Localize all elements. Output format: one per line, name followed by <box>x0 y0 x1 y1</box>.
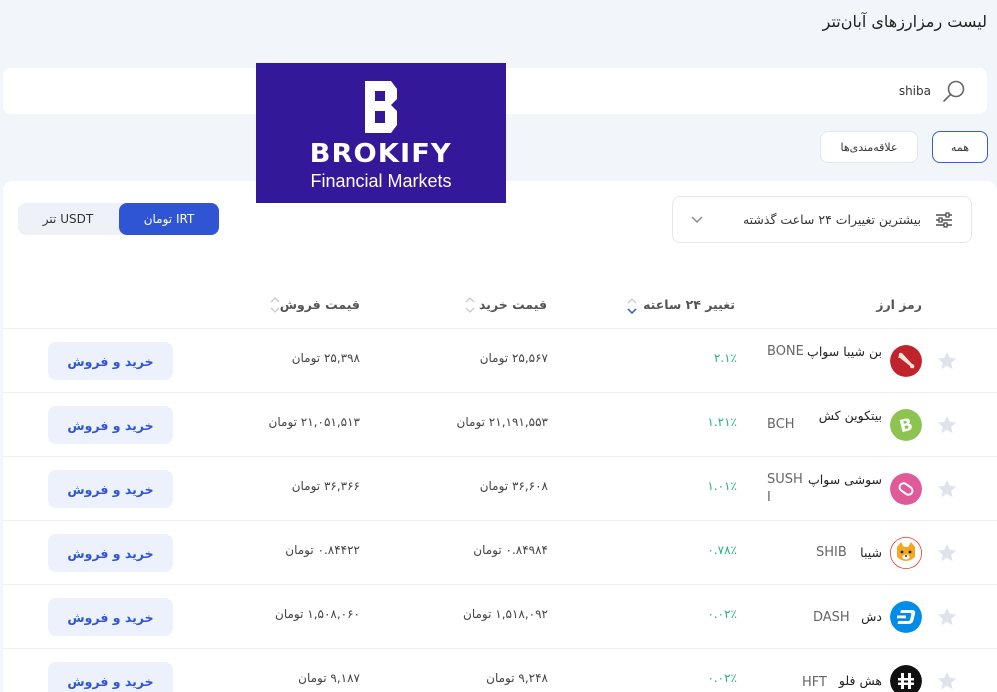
star-icon[interactable] <box>936 606 958 628</box>
brokify-logo: BROKIFY Financial Markets <box>256 63 506 203</box>
table-row: سوشی سواپ SUSHI ۱.۰۱٪ ۳۶,۶۰۸ تومان ۳۶,۳۶… <box>3 457 997 521</box>
star-icon[interactable] <box>936 350 958 372</box>
header-buy-price[interactable]: قیمت خرید <box>479 297 547 312</box>
change-24h: ۱.۲۱٪ <box>707 415 737 429</box>
currency-usdt-button[interactable]: تتر USDT <box>18 203 118 235</box>
sort-dropdown-label: بیشترین تغییرات ۲۴ ساعت گذشته <box>742 212 921 227</box>
search-input[interactable] <box>431 80 931 102</box>
shib-coin-icon <box>890 537 922 569</box>
star-icon[interactable] <box>936 542 958 564</box>
buy-price: ۲۱,۱۹۱,۵۵۳ تومان <box>456 415 548 429</box>
table-row: شیبا SHIB ۰.۷۸٪ ۰.۸۴۹۸۴ تومان ۰.۸۴۴۲۲ تو… <box>3 521 997 585</box>
star-icon[interactable] <box>936 670 958 692</box>
coin-symbol: BCH <box>767 417 795 432</box>
header-sell-price[interactable]: قیمت فروش <box>280 297 360 312</box>
search-icon[interactable] <box>941 78 967 104</box>
sort-change-icon[interactable] <box>627 297 637 315</box>
brokify-logo-mark-icon <box>365 80 397 133</box>
sell-price: ۰.۸۴۴۲۲ تومان <box>285 543 360 557</box>
trade-button[interactable]: خرید و فروش <box>48 342 173 380</box>
table-row: دش DASH ۰.۰۲٪ ۱,۵۱۸,۰۹۲ تومان ۱,۵۰۸,۰۶۰ … <box>3 585 997 649</box>
change-24h: ۰.۰۲٪ <box>707 607 737 621</box>
table-row: هش فلو HFT ۰.۰۲٪ ۹,۲۴۸ تومان ۹,۱۸۷ تومان… <box>3 649 997 692</box>
coin-symbol: BONE <box>767 344 804 359</box>
buy-price: ۱,۵۱۸,۰۹۲ تومان <box>463 607 548 621</box>
coin-symbol: HFT <box>802 675 827 690</box>
sliders-icon <box>936 212 952 228</box>
sort-dropdown[interactable]: بیشترین تغییرات ۲۴ ساعت گذشته <box>672 196 972 243</box>
star-icon[interactable] <box>936 478 958 500</box>
coin-name: سوشی سواپ <box>808 472 882 487</box>
sushi-coin-icon <box>890 473 922 505</box>
trade-button[interactable]: خرید و فروش <box>48 470 173 508</box>
filter-all-button[interactable]: همه <box>932 131 988 163</box>
sell-price: ۱,۵۰۸,۰۶۰ تومان <box>275 607 360 621</box>
sell-price: ۲۵,۳۹۸ تومان <box>291 351 360 365</box>
buy-price: ۹,۲۴۸ تومان <box>486 671 548 685</box>
bone-coin-icon <box>890 345 922 377</box>
trade-button[interactable]: خرید و فروش <box>48 662 173 692</box>
trade-button[interactable]: خرید و فروش <box>48 534 173 572</box>
change-24h: ۲.۱٪ <box>713 351 737 365</box>
hft-coin-icon <box>890 665 922 692</box>
logo-subtitle: Financial Markets <box>310 170 452 191</box>
logo-wordmark: BROKIFY <box>309 138 453 169</box>
sell-price: ۲۱,۰۵۱,۵۱۳ تومان <box>268 415 360 429</box>
sort-buy-icon[interactable] <box>465 296 475 314</box>
change-24h: ۱.۰۱٪ <box>707 479 737 493</box>
trade-button[interactable]: خرید و فروش <box>48 406 173 444</box>
coin-symbol: DASH <box>813 610 850 625</box>
header-change[interactable]: تغییر ۲۴ ساعته <box>643 297 735 312</box>
coin-name: بن شیبا سواپ <box>807 344 882 359</box>
table-row: بن شیبا سواپ BONE ۲.۱٪ ۲۵,۵۶۷ تومان ۲۵,۳… <box>3 329 997 393</box>
change-24h: ۰.۷۸٪ <box>707 543 737 557</box>
currency-irt-button[interactable]: تومان IRT <box>119 203 219 235</box>
currency-toggle: تومان IRT تتر USDT <box>18 203 219 235</box>
chevron-down-icon <box>691 216 703 223</box>
coin-symbol: SUSHI <box>767 472 803 505</box>
page-title: لیست رمزارزهای آبان‌تتر <box>822 12 987 31</box>
buy-price: ۳۶,۶۰۸ تومان <box>479 479 548 493</box>
star-icon[interactable] <box>936 414 958 436</box>
sell-price: ۳۶,۳۶۶ تومان <box>291 479 360 493</box>
sort-sell-icon[interactable] <box>270 296 280 314</box>
coin-symbol: SHIB <box>816 545 847 560</box>
table-row: B بیتکوین کش BCH ۱.۲۱٪ ۲۱,۱۹۱,۵۵۳ تومان … <box>3 393 997 457</box>
coin-name: بیتکوین کش <box>818 408 882 423</box>
buy-price: ۰.۸۴۹۸۴ تومان <box>473 543 548 557</box>
dash-coin-icon <box>890 601 922 633</box>
change-24h: ۰.۰۲٪ <box>707 671 737 685</box>
trade-button[interactable]: خرید و فروش <box>48 598 173 636</box>
sell-price: ۹,۱۸۷ تومان <box>298 671 360 685</box>
filter-favorites-button[interactable]: علاقه‌مندی‌ها <box>820 131 918 163</box>
header-symbol: رمز ارز <box>876 297 922 312</box>
bch-coin-icon: B <box>890 409 922 441</box>
buy-price: ۲۵,۵۶۷ تومان <box>479 351 548 365</box>
